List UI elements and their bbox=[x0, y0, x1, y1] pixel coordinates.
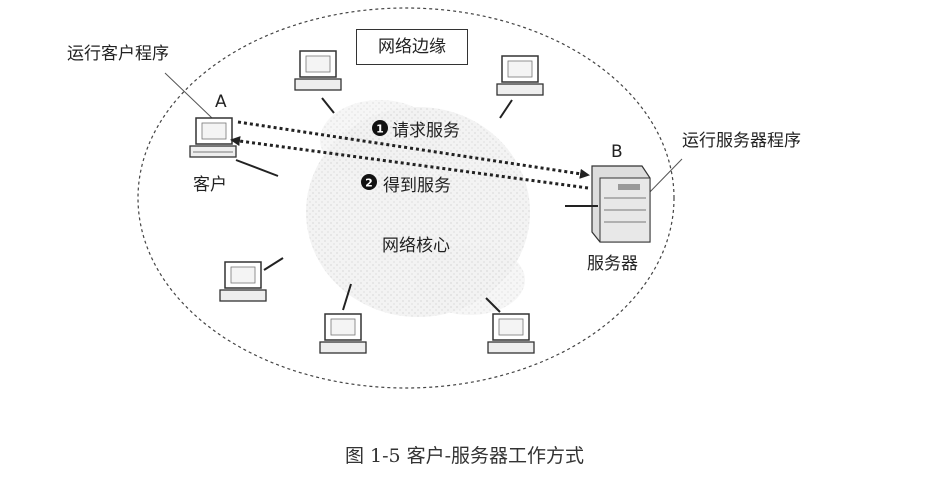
server-name-label: 服务器 bbox=[587, 254, 638, 274]
host-computer-icon bbox=[485, 297, 535, 354]
network-core-label: 网络核心 bbox=[382, 236, 450, 256]
server-letter-label: B bbox=[611, 142, 623, 162]
step-1-badge: 1 bbox=[372, 120, 388, 136]
step-1-label: 请求服务 bbox=[392, 121, 460, 141]
host-computer-icon bbox=[294, 50, 342, 114]
client-program-label: 运行客户程序 bbox=[67, 44, 169, 64]
server-icon bbox=[565, 165, 651, 243]
figure-caption: 图 1-5 客户-服务器工作方式 bbox=[344, 445, 585, 467]
host-computer-icon bbox=[496, 55, 544, 119]
svg-text:1: 1 bbox=[376, 123, 384, 136]
client-program-pointer bbox=[164, 72, 213, 119]
client-name-label: 客户 bbox=[193, 175, 227, 195]
svg-text:2: 2 bbox=[365, 177, 373, 190]
network-edge-label: 网络边缘 bbox=[356, 29, 468, 65]
step-2-badge: 2 bbox=[361, 174, 377, 190]
host-computer-icon bbox=[219, 257, 284, 302]
server-program-label: 运行服务器程序 bbox=[682, 131, 801, 151]
diagram-graphics: 1 2 bbox=[137, 7, 683, 389]
step-2-label: 得到服务 bbox=[383, 176, 451, 196]
diagram-canvas: 1 2 网络边缘 运行客户程序 A 客户 请求服务 得到服务 网络核心 B 运行… bbox=[0, 0, 929, 481]
client-computer-icon bbox=[189, 117, 279, 177]
client-letter-label: A bbox=[215, 92, 227, 112]
